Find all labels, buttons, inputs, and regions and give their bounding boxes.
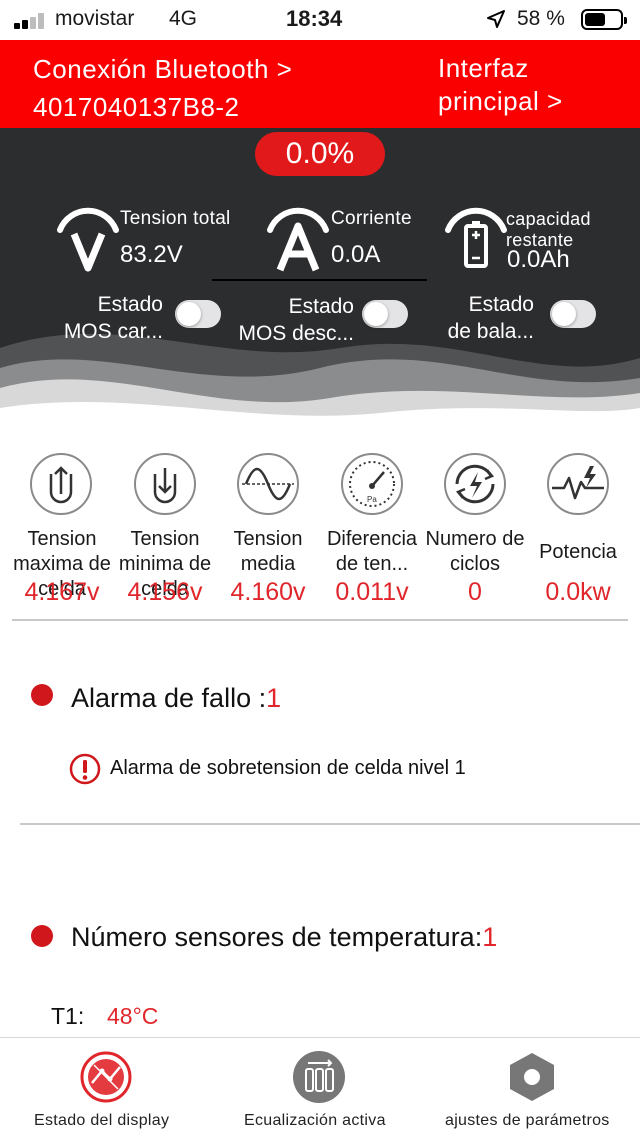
display-status-icon — [80, 1051, 132, 1103]
battery-percent: 58 % — [517, 7, 565, 30]
current-gauge-icon — [267, 207, 329, 272]
main-interface-link[interactable]: Interfaz principal > — [438, 52, 628, 118]
tab-display-status[interactable]: Estado del display — [0, 1038, 213, 1136]
active-balance-icon — [293, 1051, 345, 1103]
bluetooth-connection-link[interactable]: Conexión Bluetooth > 4017040137B8-2 — [33, 50, 292, 126]
current-label: Corriente — [331, 208, 412, 229]
alarm-divider — [20, 823, 640, 825]
discharge-mos-toggle[interactable] — [362, 300, 408, 328]
tab-active-balance[interactable]: Ecualización activa — [213, 1038, 426, 1136]
bottom-tab-bar: Estado del display Ecualización activa a… — [0, 1037, 640, 1136]
metrics-divider — [212, 279, 427, 281]
avg-voltage-label: Tension media — [233, 528, 303, 575]
avg-voltage-value: 4.160v — [230, 578, 306, 606]
battery-icon — [581, 9, 627, 30]
cycle-count-label: Numero de ciclos — [425, 528, 525, 575]
temperature-sensors-heading: Número sensores de temperatura:1 — [71, 922, 498, 952]
max-voltage-icon — [30, 453, 92, 515]
stats-divider — [12, 619, 628, 621]
settings-hexagon-icon — [510, 1053, 554, 1101]
fault-alarm-heading: Alarma de fallo :1 — [71, 683, 282, 713]
min-cell-voltage-value: 4.156v — [127, 578, 203, 606]
device-id: 4017040137B8-2 — [33, 92, 240, 122]
total-voltage-value: 83.2V — [120, 241, 183, 268]
fault-alarm-count: 1 — [266, 683, 282, 713]
carrier-name: movistar — [55, 7, 135, 30]
bluetooth-link-label: Conexión Bluetooth > — [33, 54, 293, 84]
voltage-gauge-icon — [57, 207, 119, 272]
sensor-t1-label: T1: — [51, 1003, 85, 1029]
cycle-charge-icon — [444, 453, 506, 515]
power-pulse-icon — [547, 453, 609, 515]
max-cell-voltage-value: 4.167v — [24, 578, 100, 606]
cellular-signal-icon — [14, 11, 50, 29]
alarm-item: Alarma de sobretension de celda nivel 1 — [110, 757, 466, 779]
battery-overview-panel: 0.0% Tension total 83.2V Corriente 0.0A … — [0, 128, 640, 428]
tab-active-balance-label: Ecualización activa — [244, 1112, 386, 1129]
voltage-diff-value: 0.011v — [335, 578, 409, 606]
power-value: 0.0kw — [545, 578, 611, 606]
state-of-charge-badge: 0.0% — [255, 132, 385, 176]
cycle-count-value: 0 — [468, 578, 482, 606]
voltage-diff-label: Diferencia de ten... — [326, 528, 418, 575]
pressure-gauge-icon: Pa — [341, 453, 403, 515]
power-label: Potencia — [539, 541, 617, 563]
network-type: 4G — [169, 7, 198, 30]
svg-text:Pa: Pa — [367, 495, 377, 504]
clock: 18:34 — [286, 6, 343, 31]
balance-state-toggle[interactable] — [550, 300, 596, 328]
temperature-sensor-count: 1 — [482, 922, 498, 952]
tab-display-status-label: Estado del display — [34, 1112, 170, 1129]
sine-wave-icon — [237, 453, 299, 515]
status-bar: movistar 4G 18:34 58 % — [0, 0, 640, 40]
balance-state-label: Estado de bala... — [447, 293, 534, 343]
tab-parameter-settings[interactable]: ajustes de parámetros — [426, 1038, 640, 1136]
temperature-bullet — [31, 925, 53, 947]
alarm-bullet — [31, 684, 53, 706]
remaining-capacity-value: 0.0Ah — [507, 246, 570, 273]
total-voltage-label: Tension total — [120, 208, 231, 229]
charge-mos-label: Estado MOS car... — [63, 293, 163, 343]
app-header: Conexión Bluetooth > 4017040137B8-2 Inte… — [0, 40, 640, 128]
remaining-capacity-label: capacidad restante — [506, 209, 591, 250]
sensor-t1-value: 48°C — [107, 1003, 159, 1029]
location-arrow-icon — [487, 10, 505, 28]
charge-mos-toggle[interactable] — [175, 300, 221, 328]
tab-parameter-settings-label: ajustes de parámetros — [445, 1112, 610, 1129]
discharge-mos-label: Estado MOS desc... — [238, 295, 354, 345]
current-value: 0.0A — [331, 241, 381, 268]
min-voltage-icon — [134, 453, 196, 515]
battery-capacity-icon — [445, 207, 507, 268]
warning-exclamation-icon — [69, 753, 101, 785]
